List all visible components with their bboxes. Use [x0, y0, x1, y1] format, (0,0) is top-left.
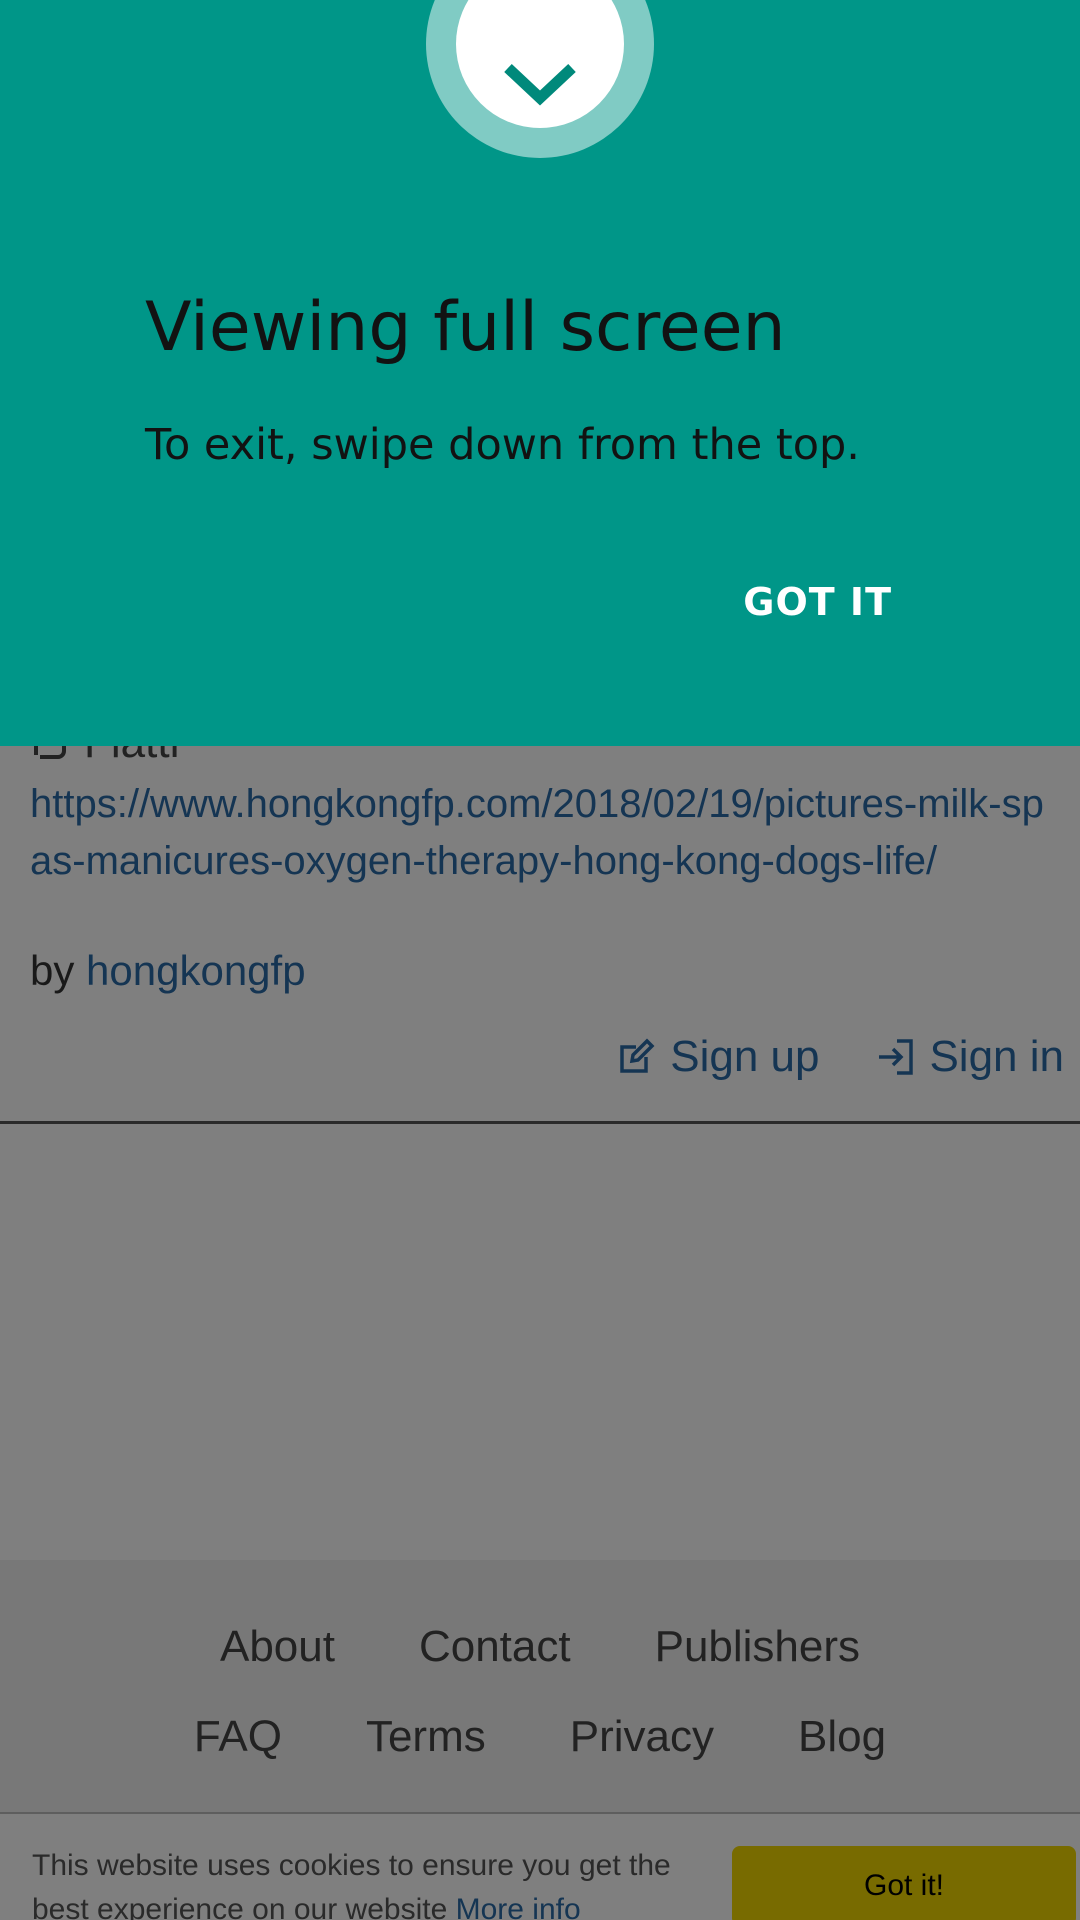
- got-it-button[interactable]: GOT IT: [743, 580, 892, 624]
- fullscreen-banner: Viewing full screen To exit, swipe down …: [0, 0, 1080, 746]
- chevron-down-icon: [504, 63, 576, 106]
- screen: Flattr https://www.hongkongfp.com/2018/0…: [0, 0, 1080, 1920]
- banner-message: To exit, swipe down from the top.: [145, 420, 860, 470]
- banner-title: Viewing full screen: [145, 288, 786, 367]
